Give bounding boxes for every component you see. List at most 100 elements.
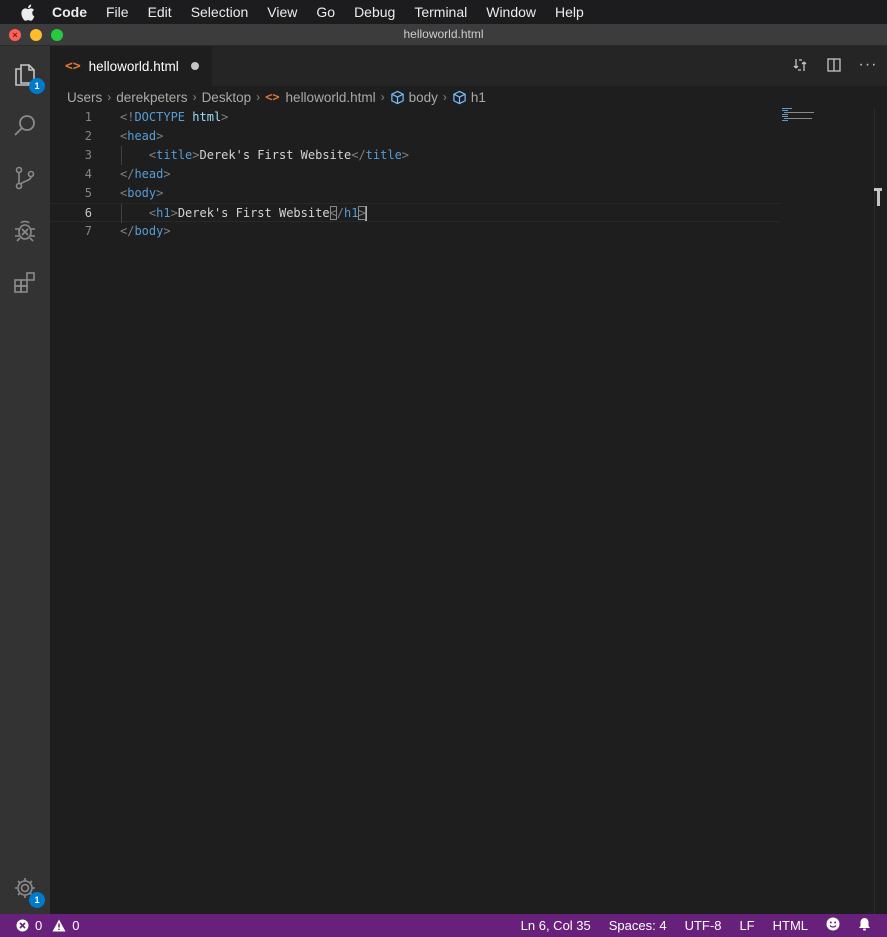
split-editor-button[interactable] xyxy=(825,56,843,74)
code-line[interactable]: 3 <title>Derek's First Website</title> xyxy=(50,146,780,165)
warning-icon xyxy=(52,919,66,932)
breadcrumb-h1[interactable]: h1 xyxy=(471,90,486,105)
code-token: body xyxy=(127,186,157,200)
code-token: > xyxy=(221,110,229,124)
line-number: 5 xyxy=(84,186,92,200)
search-icon xyxy=(14,115,35,136)
explorer-button[interactable]: 1 xyxy=(9,58,45,94)
feedback-button[interactable] xyxy=(826,917,840,934)
breadcrumb-desktop[interactable]: Desktop xyxy=(202,90,252,105)
vscode-window: Code File Edit Selection View Go Debug T… xyxy=(0,0,887,937)
code-line[interactable]: 2 <head> xyxy=(50,127,780,146)
code-token: > xyxy=(163,167,171,181)
end-of-line[interactable]: LF xyxy=(739,918,754,933)
symbol-cube-icon xyxy=(452,90,467,105)
cursor-position-marker xyxy=(874,188,882,206)
menu-edit[interactable]: Edit xyxy=(148,4,172,20)
chevron-right-icon: › xyxy=(256,90,261,104)
tab-helloworld[interactable]: <> helloworld.html xyxy=(50,46,212,86)
menu-view[interactable]: View xyxy=(267,4,297,20)
code-text: <title>Derek's First Website</title> xyxy=(120,146,409,165)
code-token: > xyxy=(156,129,164,143)
extensions-icon xyxy=(14,272,35,293)
code-text: <!DOCTYPE html> xyxy=(120,108,228,127)
breadcrumb-file[interactable]: helloworld.html xyxy=(286,90,376,105)
menu-code[interactable]: Code xyxy=(52,4,87,20)
tab-label: helloworld.html xyxy=(88,58,179,74)
code-token: </ xyxy=(351,148,366,162)
extensions-button[interactable] xyxy=(9,266,41,298)
code-token: > xyxy=(163,224,171,238)
line-number: 3 xyxy=(84,148,92,162)
menu-file[interactable]: File xyxy=(106,4,129,20)
menu-selection[interactable]: Selection xyxy=(191,4,249,20)
code-token: / xyxy=(336,206,345,220)
notifications-button[interactable] xyxy=(858,917,871,934)
encoding[interactable]: UTF-8 xyxy=(685,918,722,933)
line-number: 1 xyxy=(84,110,92,124)
code-token: html xyxy=(192,110,222,124)
code-text: </body> xyxy=(120,222,171,241)
bracket-match: < xyxy=(329,206,337,220)
code-token: title xyxy=(365,148,402,162)
code-line[interactable]: 4 </head> xyxy=(50,165,780,184)
status-bar: 0 0 Ln 6, Col 35 Spaces: 4 UTF-8 LF HTML xyxy=(0,914,887,937)
breadcrumb-derekpeters[interactable]: derekpeters xyxy=(116,90,187,105)
apple-icon[interactable] xyxy=(20,2,38,22)
settings-badge: 1 xyxy=(29,892,45,908)
code-token: Derek's First Website xyxy=(199,148,352,162)
line-number: 6 xyxy=(84,206,92,220)
editor-actions: ··· xyxy=(791,56,877,74)
html-file-icon: <> xyxy=(265,90,280,104)
code-editor[interactable]: 1 <!DOCTYPE html> 2 <head> 3 <title>Derek's … xyxy=(50,108,887,914)
menu-go[interactable]: Go xyxy=(316,4,335,20)
problems-indicator[interactable]: 0 0 xyxy=(16,918,79,933)
code-token: title xyxy=(156,148,193,162)
menu-window[interactable]: Window xyxy=(486,4,536,20)
language-mode[interactable]: HTML xyxy=(773,918,808,933)
bell-icon xyxy=(859,918,870,931)
minimap[interactable] xyxy=(780,108,878,138)
source-control-button[interactable] xyxy=(9,162,41,194)
editor-scrollbar[interactable] xyxy=(874,108,887,914)
menu-help[interactable]: Help xyxy=(555,4,584,20)
text-cursor xyxy=(364,206,367,221)
window-title: helloworld.html xyxy=(403,27,484,41)
unsaved-dot-icon[interactable] xyxy=(190,62,199,70)
breadcrumb-body[interactable]: body xyxy=(409,90,438,105)
code-line[interactable]: 1 <!DOCTYPE html> xyxy=(50,108,780,127)
editor-tab-bar: <> helloworld.html ··· xyxy=(50,46,887,86)
menu-terminal[interactable]: Terminal xyxy=(414,4,467,20)
code-text: <head> xyxy=(120,127,163,146)
indentation[interactable]: Spaces: 4 xyxy=(609,918,667,933)
manage-button[interactable]: 1 xyxy=(9,872,45,908)
code-text: <body> xyxy=(120,184,163,203)
source-control-icon xyxy=(15,166,35,190)
search-button[interactable] xyxy=(9,110,41,142)
code-token: head xyxy=(134,167,164,181)
debug-button[interactable] xyxy=(9,214,41,246)
code-token: > xyxy=(192,148,200,162)
menu-debug[interactable]: Debug xyxy=(354,4,395,20)
code-token: </ xyxy=(120,224,135,238)
code-token: h1 xyxy=(344,206,359,220)
more-actions-button[interactable]: ··· xyxy=(859,56,877,74)
bug-icon xyxy=(15,220,35,242)
cursor-position[interactable]: Ln 6, Col 35 xyxy=(521,918,591,933)
window-titlebar: × helloworld.html xyxy=(0,24,887,46)
line-number: 7 xyxy=(84,224,92,238)
ellipsis-icon: ··· xyxy=(858,56,878,73)
status-right: Ln 6, Col 35 Spaces: 4 UTF-8 LF HTML xyxy=(521,914,871,937)
code-line[interactable]: 5 <body> xyxy=(50,184,780,203)
code-token: <! xyxy=(120,110,135,124)
indent-guide xyxy=(121,146,122,165)
code-line[interactable]: 7 </body> xyxy=(50,222,780,241)
code-line[interactable]: 6 <h1>Derek's First Website</h1> xyxy=(50,203,780,223)
activity-bar: 1 1 xyxy=(0,46,50,914)
code-token: > xyxy=(401,148,410,162)
open-changes-button[interactable] xyxy=(791,56,809,74)
chevron-right-icon: › xyxy=(107,90,112,104)
breadcrumb-users[interactable]: Users xyxy=(67,90,102,105)
chevron-right-icon: › xyxy=(442,90,447,104)
chevron-right-icon: › xyxy=(192,90,197,104)
